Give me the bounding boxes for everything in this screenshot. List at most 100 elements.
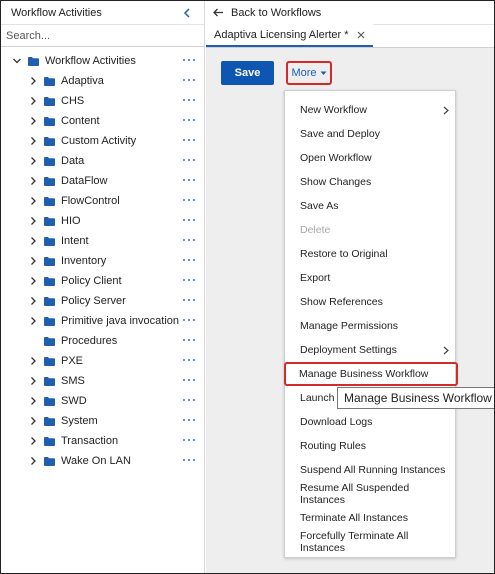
chevron-right-icon[interactable] <box>28 436 38 446</box>
folder-icon <box>44 276 55 286</box>
menu-item[interactable]: Resume All Suspended Instances <box>285 482 455 506</box>
more-dots-icon[interactable] <box>183 317 195 323</box>
more-dots-icon[interactable] <box>183 417 195 423</box>
caret-down-icon <box>320 71 327 75</box>
more-dots-icon[interactable] <box>183 437 195 443</box>
chevron-right-icon[interactable] <box>28 416 38 426</box>
tab-workflow[interactable]: Adaptiva Licensing Alerter * <box>206 24 373 47</box>
chevron-right-icon[interactable] <box>28 96 38 106</box>
tree-item-label: Policy Server <box>61 295 126 307</box>
tooltip: Manage Business Workflow <box>337 387 494 409</box>
more-dots-icon[interactable] <box>183 397 195 403</box>
menu-item-label: Export <box>300 272 331 284</box>
menu-item[interactable]: Manage Business Workflow <box>284 362 458 386</box>
tree-item[interactable]: Policy Server <box>1 291 205 311</box>
tree-item[interactable]: Custom Activity <box>1 131 205 151</box>
chevron-down-icon[interactable] <box>12 56 22 66</box>
chevron-right-icon[interactable] <box>28 176 38 186</box>
tree-item[interactable]: CHS <box>1 91 205 111</box>
menu-item[interactable]: Export <box>285 266 455 290</box>
more-dots-icon[interactable] <box>183 177 195 183</box>
search-input[interactable] <box>6 29 199 42</box>
chevron-right-icon[interactable] <box>28 316 38 326</box>
menu-item[interactable]: Routing Rules <box>285 434 455 458</box>
activities-panel: Workflow Activities Workflow Activities … <box>1 1 205 573</box>
chevron-right-icon[interactable] <box>28 296 38 306</box>
more-dots-icon[interactable] <box>183 137 195 143</box>
more-dots-icon[interactable] <box>183 277 195 283</box>
tree-root[interactable]: Workflow Activities <box>1 51 205 71</box>
chevron-right-icon[interactable] <box>28 116 38 126</box>
tree-item[interactable]: Intent <box>1 231 205 251</box>
more-dots-icon[interactable] <box>183 57 195 63</box>
folder-icon <box>44 336 55 346</box>
menu-item[interactable]: Save and Deploy <box>285 122 455 146</box>
more-dots-icon[interactable] <box>183 377 195 383</box>
more-button[interactable]: More <box>286 61 332 85</box>
chevron-right-icon[interactable] <box>28 156 38 166</box>
chevron-right-icon[interactable] <box>28 376 38 386</box>
back-to-workflows-link[interactable]: Back to Workflows <box>206 1 494 25</box>
menu-item[interactable]: Deployment Settings <box>285 338 455 362</box>
menu-item[interactable]: Show Changes <box>285 170 455 194</box>
chevron-right-icon[interactable] <box>28 76 38 86</box>
chevron-right-icon[interactable] <box>28 396 38 406</box>
tree-item[interactable]: Procedures <box>1 331 205 351</box>
more-dots-icon[interactable] <box>183 217 195 223</box>
tree-item[interactable]: Primitive java invocation <box>1 311 205 331</box>
menu-item-label: Show Changes <box>300 176 372 188</box>
back-label: Back to Workflows <box>231 6 322 19</box>
menu-item[interactable]: Terminate All Instances <box>285 506 455 530</box>
close-icon[interactable] <box>357 31 365 39</box>
menu-item[interactable]: Manage Permissions <box>285 314 455 338</box>
tree-item[interactable]: Wake On LAN <box>1 451 205 471</box>
menu-item[interactable]: Open Workflow <box>285 146 455 170</box>
chevron-right-icon[interactable] <box>28 136 38 146</box>
chevron-right-icon[interactable] <box>28 196 38 206</box>
chevron-right-icon[interactable] <box>28 256 38 266</box>
menu-item[interactable]: Restore to Original <box>285 242 455 266</box>
menu-item[interactable]: Suspend All Running Instances <box>285 458 455 482</box>
chevron-right-icon[interactable] <box>28 456 38 466</box>
more-dots-icon[interactable] <box>183 337 195 343</box>
chevron-left-icon[interactable] <box>180 6 194 20</box>
tree-item[interactable]: Inventory <box>1 251 205 271</box>
more-dots-icon[interactable] <box>183 117 195 123</box>
more-dots-icon[interactable] <box>183 197 195 203</box>
chevron-right-icon[interactable] <box>28 356 38 366</box>
more-dots-icon[interactable] <box>183 357 195 363</box>
tree-item[interactable]: HIO <box>1 211 205 231</box>
menu-item[interactable]: Show References <box>285 290 455 314</box>
tree-item[interactable]: Transaction <box>1 431 205 451</box>
tree-item[interactable]: Data <box>1 151 205 171</box>
more-dots-icon[interactable] <box>183 237 195 243</box>
more-dots-icon[interactable] <box>183 97 195 103</box>
menu-item-label: Restore to Original <box>300 248 388 260</box>
chevron-right-icon[interactable] <box>28 276 38 286</box>
menu-item[interactable]: Save As <box>285 194 455 218</box>
folder-icon <box>44 76 55 86</box>
save-button[interactable]: Save <box>221 61 274 85</box>
folder-icon <box>44 316 55 326</box>
more-dots-icon[interactable] <box>183 257 195 263</box>
tree-item[interactable]: SWD <box>1 391 205 411</box>
tree-item[interactable]: System <box>1 411 205 431</box>
menu-item-label: Delete <box>300 224 331 236</box>
more-dots-icon[interactable] <box>183 297 195 303</box>
tree-item[interactable]: DataFlow <box>1 171 205 191</box>
tree-item[interactable]: Content <box>1 111 205 131</box>
menu-item[interactable]: Download Logs <box>285 410 455 434</box>
more-dots-icon[interactable] <box>183 77 195 83</box>
chevron-right-icon[interactable] <box>28 216 38 226</box>
tree-item[interactable]: Adaptiva <box>1 71 205 91</box>
more-dots-icon[interactable] <box>183 457 195 463</box>
more-dots-icon[interactable] <box>183 157 195 163</box>
tree-item[interactable]: SMS <box>1 371 205 391</box>
tree-item[interactable]: FlowControl <box>1 191 205 211</box>
menu-item[interactable]: New Workflow <box>285 98 455 122</box>
chevron-right-icon[interactable] <box>28 236 38 246</box>
menu-item[interactable]: Forcefully Terminate All Instances <box>285 530 455 554</box>
tree-item[interactable]: Policy Client <box>1 271 205 291</box>
menu-item-label: Deployment Settings <box>300 344 397 356</box>
tree-item[interactable]: PXE <box>1 351 205 371</box>
